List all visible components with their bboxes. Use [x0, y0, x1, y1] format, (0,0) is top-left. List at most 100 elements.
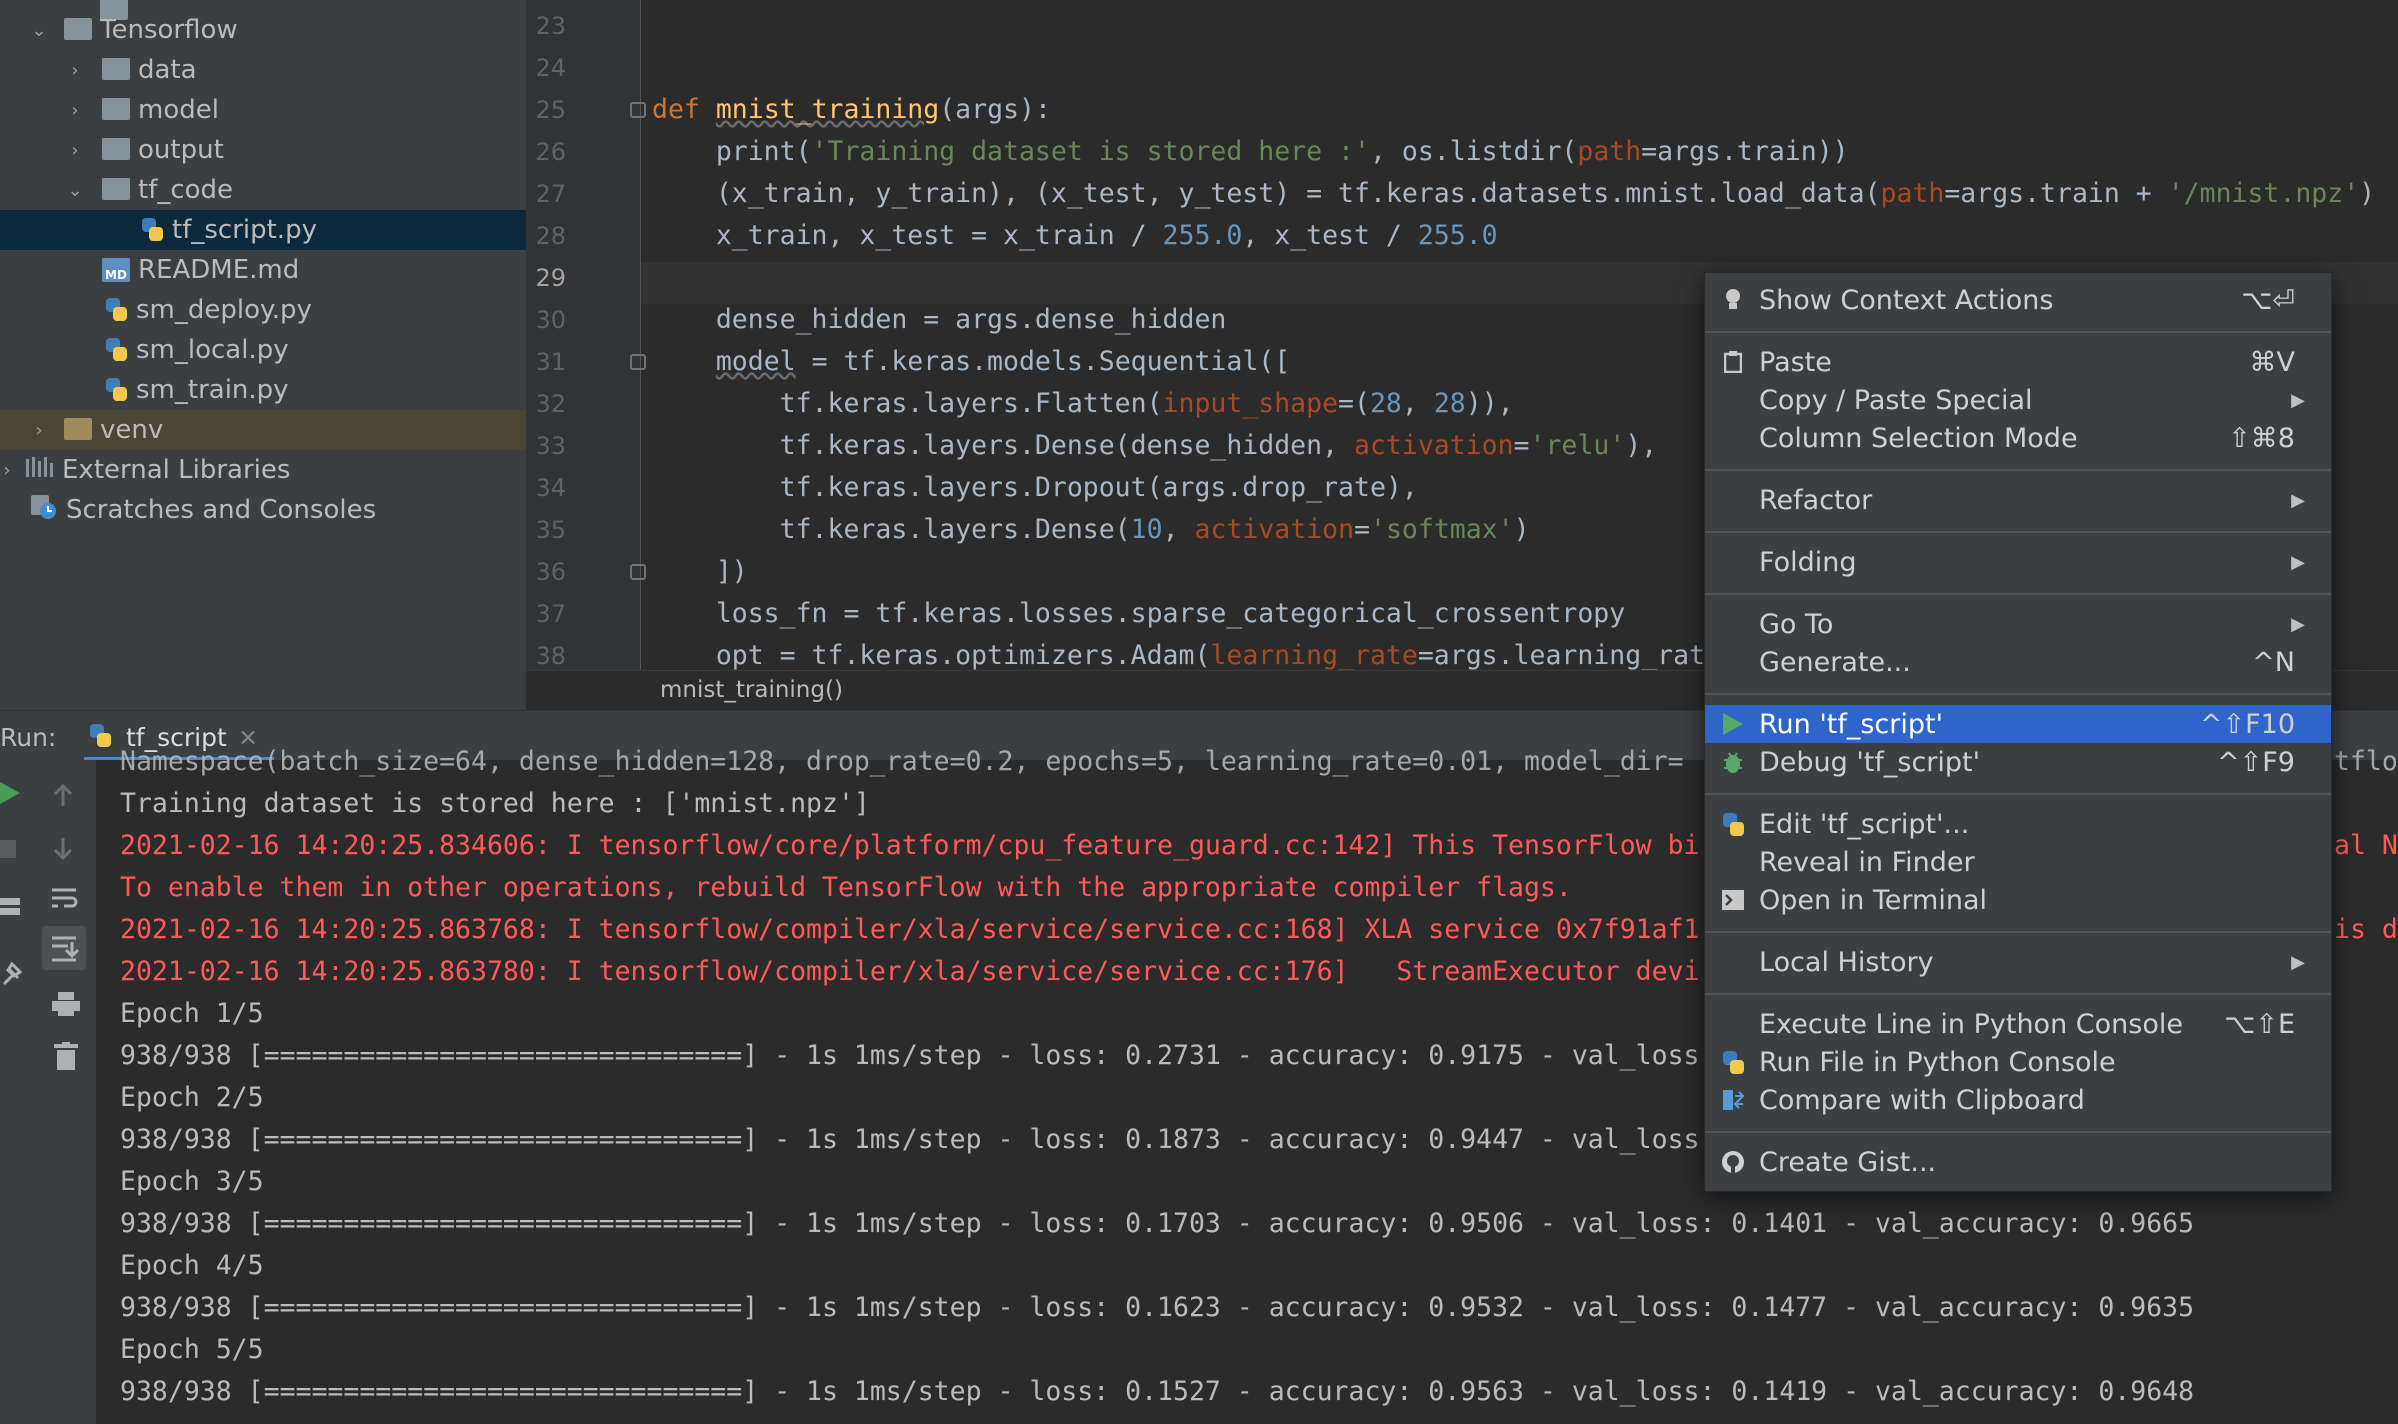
menu-item-local-history[interactable]: Local History ▶ — [1705, 943, 2331, 981]
line-number: 29 — [535, 264, 566, 292]
tree-item-venv[interactable]: › venv — [0, 410, 526, 450]
tree-item-sm-train[interactable]: sm_train.py — [0, 370, 526, 410]
layout-icon[interactable] — [0, 896, 22, 922]
menu-item-create-gist[interactable]: Create Gist... — [1705, 1143, 2331, 1181]
line-number: 35 — [535, 516, 566, 544]
menu-separator — [1705, 693, 2331, 695]
menu-separator — [1705, 531, 2331, 533]
tree-item-sm-local[interactable]: sm_local.py — [0, 330, 526, 370]
run-icon — [1721, 712, 1745, 736]
console-line: Epoch 4/5 — [120, 1250, 264, 1281]
menu-item-paste[interactable]: Paste ⌘V — [1705, 343, 2331, 381]
folder-icon — [102, 138, 130, 160]
menu-separator — [1705, 1131, 2331, 1133]
menu-item-copy-paste-special[interactable]: Copy / Paste Special ▶ — [1705, 381, 2331, 419]
code-line-35: tf.keras.layers.Dense(10, activation='so… — [652, 514, 1530, 545]
tree-item-tf-code[interactable]: ⌄ tf_code — [0, 170, 526, 210]
console-line-error: 2021-02-16 14:20:25.863768: I tensorflow… — [120, 914, 1700, 945]
menu-item-run-file-console[interactable]: Run File in Python Console — [1705, 1043, 2331, 1081]
python-file-icon — [104, 297, 128, 323]
menu-separator — [1705, 331, 2331, 333]
stop-icon[interactable] — [0, 838, 16, 864]
line-number: 25 — [535, 96, 566, 124]
folder-icon — [102, 98, 130, 120]
tree-item-readme[interactable]: MD README.md — [0, 250, 526, 290]
arrow-down-icon[interactable] — [52, 836, 74, 864]
menu-item-open-in-terminal[interactable]: Open in Terminal — [1705, 881, 2331, 919]
menu-item-execute-line-console[interactable]: Execute Line in Python Console ⌥⇧E — [1705, 1005, 2331, 1043]
soft-wrap-icon[interactable] — [50, 886, 78, 916]
tree-item-model[interactable]: › model — [0, 90, 526, 130]
tree-item-label: model — [138, 95, 219, 125]
menu-separator — [1705, 793, 2331, 795]
console-line: 938/938 [==============================]… — [120, 1376, 2195, 1407]
menu-item-edit-tf-script[interactable]: Edit 'tf_script'... — [1705, 805, 2331, 843]
code-line-36: ]) — [652, 556, 748, 587]
submenu-arrow-icon: ▶ — [2291, 389, 2305, 411]
python-icon — [1721, 812, 1745, 836]
console-line-error: 2021-02-16 14:20:25.863780: I tensorflow… — [120, 956, 1700, 987]
tree-item-label: README.md — [138, 255, 300, 285]
line-number: 28 — [535, 222, 566, 250]
chevron-right-icon[interactable]: › — [0, 459, 18, 481]
tree-item-scratches[interactable]: Scratches and Consoles — [0, 490, 526, 530]
menu-separator — [1705, 593, 2331, 595]
tree-item-label: sm_train.py — [136, 375, 289, 405]
chevron-right-icon[interactable]: › — [28, 419, 50, 441]
tree-item-label: sm_deploy.py — [136, 295, 312, 325]
markdown-file-icon: MD — [102, 258, 130, 282]
menu-item-folding[interactable]: Folding ▶ — [1705, 543, 2331, 581]
chevron-down-icon[interactable]: ⌄ — [64, 179, 86, 201]
run-label: Run: — [0, 723, 57, 752]
submenu-arrow-icon: ▶ — [2291, 613, 2305, 635]
menu-item-debug-tf-script[interactable]: Debug 'tf_script' ^⇧F9 — [1705, 743, 2331, 781]
tree-item-sm-deploy[interactable]: sm_deploy.py — [0, 290, 526, 330]
menu-item-column-selection-mode[interactable]: Column Selection Mode ⇧⌘8 — [1705, 419, 2331, 457]
scroll-to-end-icon[interactable] — [42, 926, 86, 970]
menu-item-go-to[interactable]: Go To ▶ — [1705, 605, 2331, 643]
fold-marker-icon[interactable] — [630, 354, 646, 370]
tree-item-tf-script[interactable]: tf_script.py — [0, 210, 526, 250]
console-line: 938/938 [==============================]… — [120, 1124, 1700, 1155]
bulb-icon — [1721, 288, 1745, 312]
menu-item-show-context-actions[interactable]: Show Context Actions ⌥⏎ — [1705, 281, 2331, 319]
tree-item-label: Scratches and Consoles — [66, 495, 377, 525]
scratches-icon — [30, 493, 58, 528]
submenu-arrow-icon: ▶ — [2291, 951, 2305, 973]
chevron-right-icon[interactable]: › — [64, 99, 86, 121]
line-number: 30 — [535, 306, 566, 334]
menu-item-compare-clipboard[interactable]: Compare with Clipboard — [1705, 1081, 2331, 1119]
rerun-icon[interactable] — [0, 780, 22, 810]
fold-marker-icon[interactable] — [630, 564, 646, 580]
pin-icon[interactable] — [0, 961, 23, 992]
tree-item-label: tf_script.py — [172, 215, 317, 245]
context-menu: Show Context Actions ⌥⏎ Paste ⌘V Copy / … — [1704, 272, 2332, 1192]
chevron-down-icon[interactable]: ⌄ — [28, 19, 50, 41]
chevron-right-icon[interactable]: › — [64, 59, 86, 81]
console-line: Epoch 5/5 — [120, 1334, 264, 1365]
console-line: Namespace(batch_size=64, dense_hidden=12… — [120, 746, 1684, 777]
line-number: 37 — [535, 600, 566, 628]
menu-item-generate[interactable]: Generate... ^N — [1705, 643, 2331, 681]
line-number: 27 — [535, 180, 566, 208]
arrow-up-icon[interactable] — [52, 783, 74, 812]
console-line-error: To enable them in other operations, rebu… — [120, 872, 1572, 903]
chevron-right-icon[interactable]: › — [64, 139, 86, 161]
menu-item-reveal-in-finder[interactable]: Reveal in Finder — [1705, 843, 2331, 881]
tree-item-external-libraries[interactable]: › External Libraries — [0, 450, 526, 490]
tree-item-data[interactable]: › data — [0, 50, 526, 90]
breadcrumb-item[interactable]: mnist_training() — [660, 677, 843, 703]
tree-item-output[interactable]: › output — [0, 130, 526, 170]
code-line-38: opt = tf.keras.optimizers.Adam(learning_… — [652, 640, 1706, 670]
trash-icon[interactable] — [54, 1042, 78, 1074]
tree-item-tensorflow[interactable]: ⌄ Tensorflow — [0, 10, 526, 50]
console-line-overflow: tflow — [2334, 746, 2398, 777]
menu-item-refactor[interactable]: Refactor ▶ — [1705, 481, 2331, 519]
code-line-37: loss_fn = tf.keras.losses.sparse_categor… — [652, 598, 1626, 629]
fold-marker-icon[interactable] — [630, 102, 646, 118]
code-line-31: model = tf.keras.models.Sequential([ — [715, 346, 1291, 377]
menu-item-run-tf-script[interactable]: Run 'tf_script' ^⇧F10 — [1705, 705, 2331, 743]
tree-item-label: Tensorflow — [100, 15, 238, 45]
line-number: 26 — [535, 138, 566, 166]
print-icon[interactable] — [52, 990, 80, 1022]
